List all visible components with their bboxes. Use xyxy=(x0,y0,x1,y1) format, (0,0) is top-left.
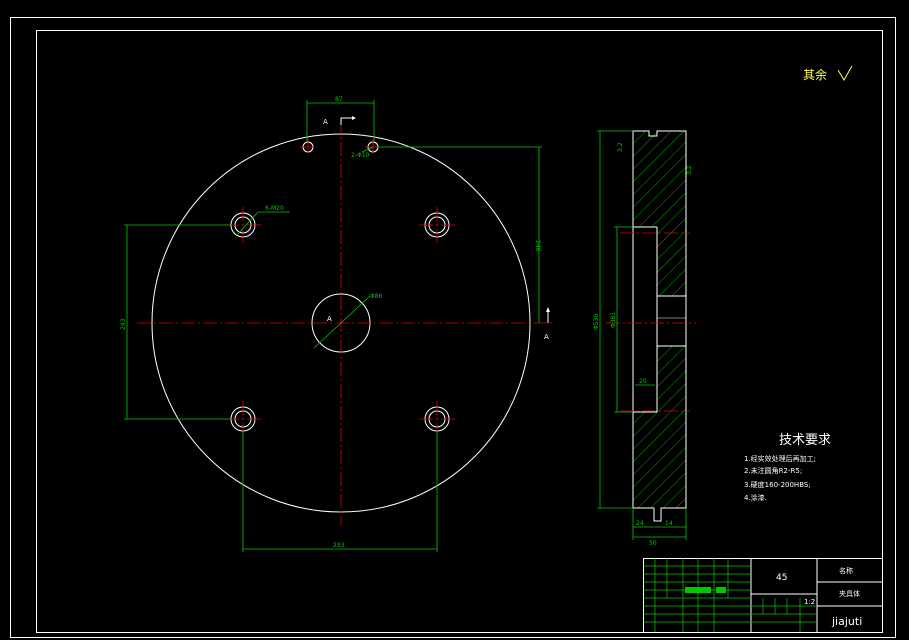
dim-side-outer-text: Φ530 xyxy=(593,314,600,330)
surface-finish-text: 其余 xyxy=(803,67,827,82)
dim-side-bottom: 24 14 50 xyxy=(632,508,687,547)
hatched-lower-region xyxy=(633,346,686,508)
dim-bottom-horizontal: 293 xyxy=(242,431,438,552)
tech-requirements: 技术要求 1.经实效处理后再加工; 2.未注圆角R2-R5; 3.硬度160-2… xyxy=(744,433,831,502)
dim-pin-hole-text: 2-Φ10 xyxy=(351,152,370,159)
roughness-mark-right: 3.2 xyxy=(686,165,693,175)
dim-top-spacing-text: 87 xyxy=(335,96,343,103)
surface-finish-note: 其余 xyxy=(803,65,853,82)
tech-req-item-1: 1.经实效处理后再加工; xyxy=(744,454,816,463)
revision-grid xyxy=(643,558,817,632)
dim-right-vertical-text: 246 xyxy=(534,240,541,252)
tech-req-item-4: 4.涂漆. xyxy=(744,493,767,502)
pin-hole-left xyxy=(300,139,316,155)
dim-side-inner-text: Φ381 xyxy=(610,312,617,328)
tech-req-item-3: 3.硬度160-200HBS; xyxy=(744,480,811,489)
dim-thickness-text: 50 xyxy=(649,540,657,547)
dim-bolt-holes: 6-M20 xyxy=(235,205,290,237)
dim-step-depth: 20 xyxy=(635,378,655,386)
dim-right-vertical: 246 xyxy=(378,146,542,323)
cad-drawing: 其余 87 2-Φ10 A 6-M20 Φ86 A 246 A 293 293 … xyxy=(10,17,896,638)
title-block: 45 名称 夹具体 1:2 jiajuti xyxy=(643,558,883,633)
side-section-view: 3.2 3.2 Φ530 Φ381 20 24 14 50 xyxy=(593,130,696,547)
section-label-center: A xyxy=(327,315,332,323)
dim-bottom-horizontal-text: 293 xyxy=(333,542,345,549)
bolt-hole-top-right xyxy=(419,207,455,243)
outer-frame xyxy=(10,17,896,638)
dim-center-bore: Φ86 A xyxy=(313,293,383,349)
dim-side-inner: Φ381 xyxy=(610,226,633,413)
front-view: 87 2-Φ10 A 6-M20 Φ86 A 246 A 293 293 xyxy=(120,96,552,552)
tech-requirements-title: 技术要求 xyxy=(779,433,831,448)
dim-bottom-right-text: 14 xyxy=(665,520,673,527)
dim-left-vertical: 293 xyxy=(120,224,231,420)
dim-left-vertical-text: 293 xyxy=(120,318,127,330)
section-marker-top: A xyxy=(323,116,356,126)
roughness-symbol-icon xyxy=(837,65,853,81)
roughness-mark-left: 3.2 xyxy=(617,142,624,152)
dim-center-bore-text: Φ86 xyxy=(370,293,383,300)
material-text: 45 xyxy=(776,573,787,583)
dim-step-depth-text: 20 xyxy=(639,378,647,385)
scale-text: 1:2 xyxy=(804,598,815,606)
tech-req-item-2: 2.未注圆角R2-R5; xyxy=(744,466,802,475)
section-label-top: A xyxy=(323,118,328,126)
inner-frame xyxy=(36,30,883,633)
hatched-upper-region xyxy=(633,131,686,296)
part-name-text: 夹具体 xyxy=(839,589,860,598)
section-label-right: A xyxy=(544,333,549,341)
name-label-text: 名称 xyxy=(839,566,853,575)
brand-text: jiajuti xyxy=(831,615,862,628)
section-marker-right: A xyxy=(544,307,550,341)
dim-bottom-left-text: 24 xyxy=(636,520,644,527)
dim-bolt-holes-text: 6-M20 xyxy=(265,205,284,212)
